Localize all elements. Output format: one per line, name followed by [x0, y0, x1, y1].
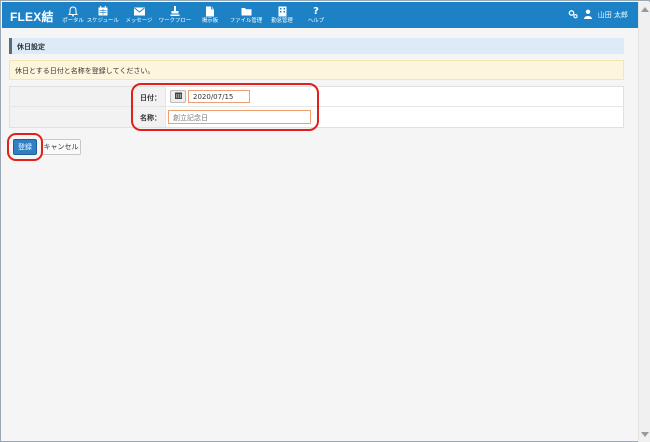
top-navigation-bar: FLEX結 ポータル スケジュール メッセージ ワークフロー 掲示板 ファイル管…	[2, 2, 638, 28]
bell-icon	[68, 5, 78, 17]
nav-message[interactable]: メッセージ	[124, 5, 154, 27]
user-area: 山田 太郎	[568, 9, 628, 21]
envelope-icon	[133, 5, 145, 17]
calendar-icon	[98, 5, 108, 17]
nav-workflow[interactable]: ワークフロー	[159, 5, 191, 27]
user-icon[interactable]	[583, 9, 592, 21]
holiday-form: 日付： 2020/07/15 名称： 創立記念日	[9, 86, 624, 128]
scroll-up-arrow-icon[interactable]	[641, 7, 649, 12]
name-row: 名称： 創立記念日	[10, 107, 623, 127]
stamp-icon	[170, 5, 180, 17]
cancel-button[interactable]: キャンセル	[41, 139, 81, 155]
nav-file[interactable]: ファイル管理	[228, 5, 264, 27]
calendar-icon	[174, 92, 182, 101]
nav-attendance[interactable]: 勤怠管理	[267, 5, 297, 27]
nav-schedule[interactable]: スケジュール	[86, 5, 120, 27]
document-icon	[205, 5, 215, 17]
name-label: 名称：	[10, 107, 166, 127]
question-icon: ?	[313, 5, 319, 17]
nav-portal[interactable]: ポータル	[60, 5, 86, 27]
gear-icon[interactable]	[568, 9, 578, 21]
nav-workflow-label: ワークフロー	[158, 17, 192, 24]
nav-attendance-label: 勤怠管理	[271, 17, 293, 24]
nav-bulletin-label: 掲示板	[201, 17, 219, 24]
nav-help-label: ヘルプ	[307, 17, 325, 24]
nav-bulletin[interactable]: 掲示板	[198, 5, 222, 27]
nav-help[interactable]: ? ヘルプ	[306, 5, 326, 27]
nav-message-label: メッセージ	[125, 17, 153, 24]
app-window: FLEX結 ポータル スケジュール メッセージ ワークフロー 掲示板 ファイル管…	[0, 0, 650, 442]
instruction-notice: 休日とする日付と名称を登録してください。	[9, 60, 624, 80]
date-input[interactable]: 2020/07/15	[188, 90, 250, 103]
date-row: 日付： 2020/07/15	[10, 87, 623, 107]
user-name[interactable]: 山田 太郎	[598, 10, 628, 20]
nav-schedule-label: スケジュール	[86, 17, 120, 24]
holiday-name-input[interactable]: 創立記念日	[168, 110, 311, 124]
nav-portal-label: ポータル	[62, 17, 84, 24]
scroll-down-arrow-icon[interactable]	[641, 432, 649, 437]
folder-icon	[241, 5, 252, 17]
register-button[interactable]: 登録	[13, 139, 37, 155]
calendar-picker-button[interactable]	[170, 90, 186, 103]
app-logo[interactable]: FLEX結	[10, 8, 54, 25]
nav-file-label: ファイル管理	[229, 17, 263, 24]
section-title: 休日設定	[9, 38, 624, 54]
date-label: 日付：	[10, 87, 166, 106]
building-icon	[278, 5, 287, 17]
vertical-scrollbar[interactable]	[638, 2, 650, 442]
